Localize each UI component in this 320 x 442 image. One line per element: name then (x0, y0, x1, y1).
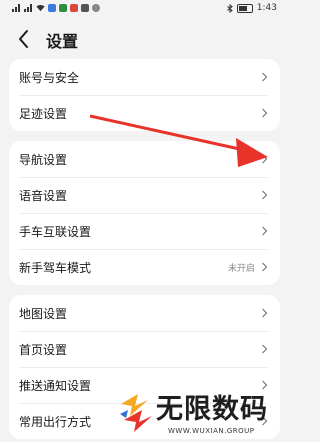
annotation-arrow (89, 114, 268, 167)
watermark-subtext: WWW.WUXIAN.GROUP (168, 427, 255, 435)
brand-logo-icon (120, 394, 152, 432)
watermark-logo: 无限数码 WWW.WUXIAN.GROUP (118, 385, 278, 442)
watermark-text: 无限数码 (156, 394, 268, 425)
